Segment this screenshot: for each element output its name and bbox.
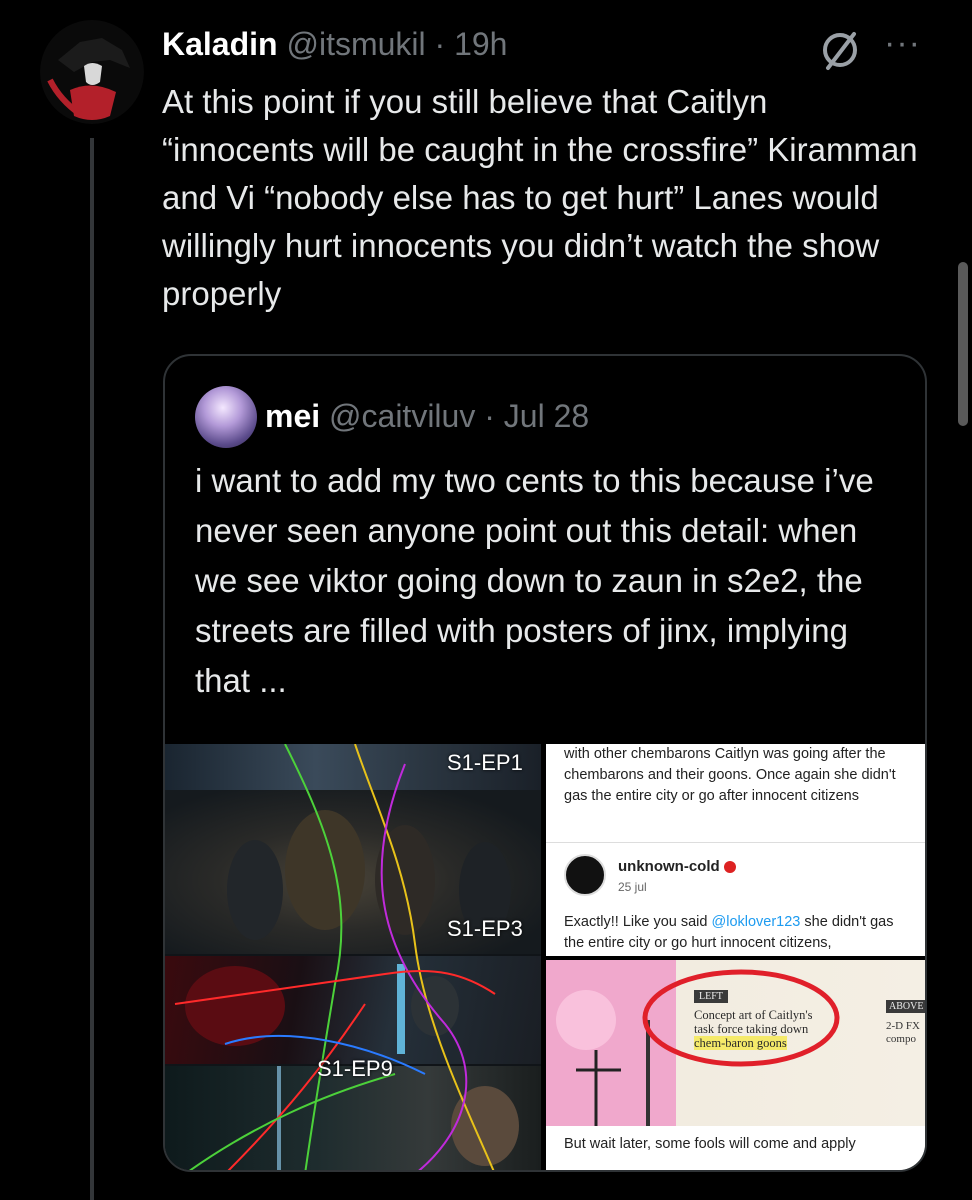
screenshot-post-text: with other chembarons Caitlyn was going … <box>564 746 896 804</box>
episode-label-1: S1-EP1 <box>447 750 523 775</box>
episode-label-3: S1-EP9 <box>317 1056 393 1081</box>
quote-media-grid: S1-EP1 S1-EP3 S1-EP9 with other chembaro… <box>165 744 925 1170</box>
tweet-header: Kaladin @itsmukil · 19h <box>162 24 507 64</box>
media-image-post-screenshot[interactable]: with other chembarons Caitlyn was going … <box>546 744 925 956</box>
caption-line-3: chem-baron goons <box>694 1036 787 1050</box>
grok-icon[interactable] <box>818 28 862 72</box>
more-options-icon[interactable]: ··· <box>884 24 921 63</box>
artbook-bottom-strip: But wait later, some fools will come and… <box>546 1126 925 1170</box>
quote-author-handle[interactable]: @caitviluv <box>329 398 475 434</box>
reply-mention: @loklover123 <box>711 914 801 930</box>
avatar-art <box>40 20 144 124</box>
side-line-1: 2-D FX <box>886 1020 920 1032</box>
quote-separator: · <box>484 398 495 434</box>
screenshot-reply-text: Exactly!! Like you said @loklover123 she… <box>564 912 914 954</box>
artbook-bottom-text: But wait later, some fools will come and… <box>564 1136 856 1152</box>
author-handle[interactable]: @itsmukil <box>286 26 425 62</box>
media-image-episode-collage[interactable]: S1-EP1 S1-EP3 S1-EP9 <box>165 744 541 1170</box>
author-avatar[interactable] <box>40 20 144 124</box>
quote-author-name[interactable]: mei <box>265 398 320 434</box>
screenshot-username: unknown-cold <box>618 858 736 875</box>
episode-label-2: S1-EP3 <box>447 916 523 941</box>
media-image-artbook-page[interactable]: LEFT Concept art of Caitlyn's task force… <box>546 960 925 1170</box>
quote-date[interactable]: Jul 28 <box>504 398 589 434</box>
screenshot-date: 25 jul <box>618 880 647 894</box>
badge-icon <box>723 861 736 874</box>
author-name[interactable]: Kaladin <box>162 26 278 62</box>
caption-line-2: task force taking down <box>694 1022 809 1036</box>
tweet-time[interactable]: 19h <box>454 26 507 62</box>
artbook-caption: Concept art of Caitlyn's task force taki… <box>694 1008 813 1050</box>
quote-text: i want to add my two cents to this becau… <box>195 462 874 699</box>
scrollbar-thumb[interactable] <box>958 262 968 426</box>
header-separator: · <box>434 26 446 62</box>
screenshot-divider <box>546 842 925 843</box>
screenshot-user-avatar <box>564 854 606 896</box>
reply-prefix: Exactly!! Like you said <box>564 914 712 930</box>
thread-line <box>90 138 94 1200</box>
artbook-side-text: 2-D FX compo <box>886 1020 920 1046</box>
tweet-text: At this point if you still believe that … <box>162 83 918 312</box>
annotation-lines <box>174 744 496 1170</box>
quote-header: mei @caitviluv · Jul 28 <box>265 396 589 436</box>
side-line-2: compo <box>886 1033 916 1045</box>
screenshot-username-text: unknown-cold <box>618 858 720 875</box>
artbook-tag-above: ABOVE <box>886 1000 925 1013</box>
artbook-tag-left: LEFT <box>694 990 728 1003</box>
caption-line-1: Concept art of Caitlyn's <box>694 1008 813 1022</box>
quote-author-avatar[interactable] <box>195 386 257 448</box>
quoted-tweet[interactable]: mei @caitviluv · Jul 28 i want to add my… <box>163 354 927 1172</box>
